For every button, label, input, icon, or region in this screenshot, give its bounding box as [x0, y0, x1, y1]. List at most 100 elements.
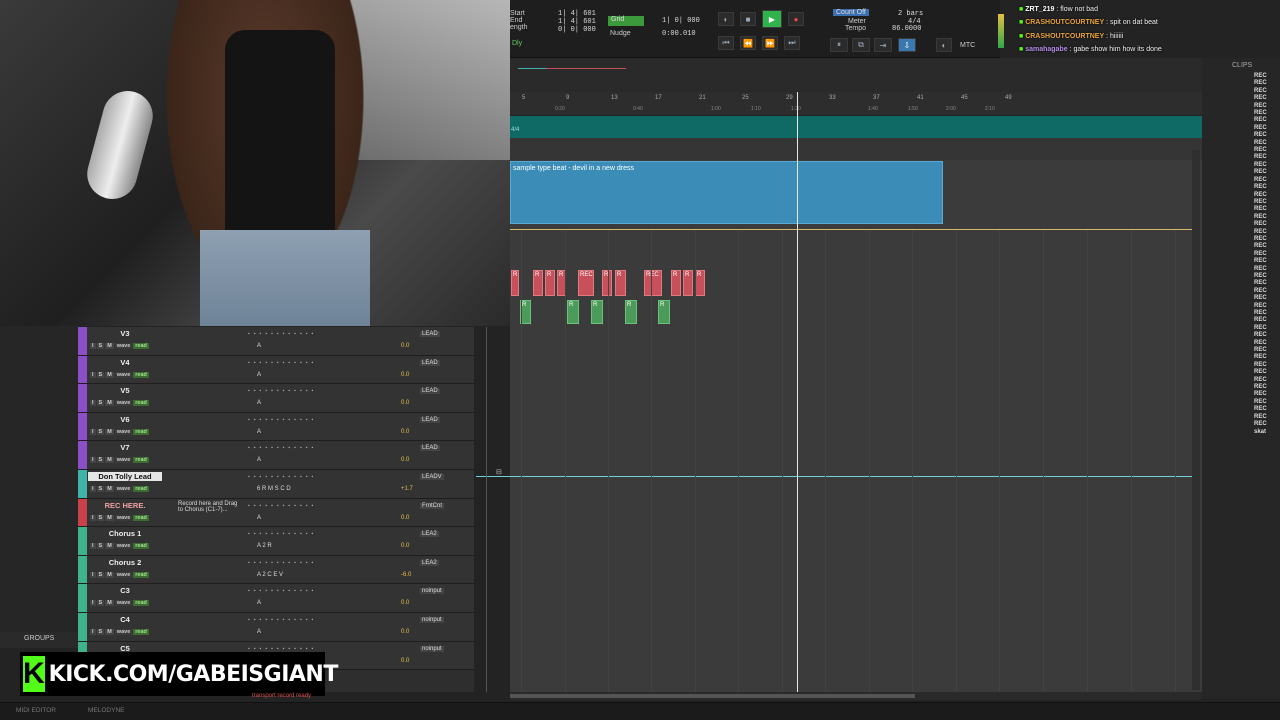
recording-clip[interactable]: R — [545, 270, 555, 296]
playhead[interactable] — [797, 92, 798, 692]
clip-list-item[interactable]: REC — [1254, 192, 1280, 199]
plugin-slots[interactable]: ▪▪▪▪▪▪▪▪▪▪▪▪ — [248, 646, 317, 652]
mute-button[interactable]: M — [105, 457, 114, 464]
solo-button[interactable]: S — [96, 371, 105, 378]
clip-list-item[interactable]: REC — [1254, 169, 1280, 176]
plugin-slots[interactable]: ▪▪▪▪▪▪▪▪▪▪▪▪ — [248, 388, 317, 394]
clip-list-item[interactable]: REC — [1254, 147, 1280, 154]
rewind-icon[interactable]: ⏪ — [740, 36, 756, 50]
vertical-scrollbar[interactable] — [1192, 150, 1200, 690]
track-inserts[interactable]: A — [257, 429, 261, 435]
track-name[interactable]: V4 — [88, 358, 162, 367]
solo-button[interactable]: S — [96, 543, 105, 550]
solo-button[interactable]: S — [96, 571, 105, 578]
input-monitor-button[interactable]: I — [90, 428, 96, 435]
track-output[interactable]: noinput — [420, 588, 444, 595]
automation-mode-button[interactable]: read — [133, 400, 149, 407]
track-volume[interactable]: 0.0 — [401, 400, 409, 406]
track-output[interactable]: LEAD — [420, 331, 440, 337]
plugin-slots[interactable]: ▪▪▪▪▪▪▪▪▪▪▪▪ — [248, 617, 317, 623]
clip-list-item[interactable]: REC — [1254, 162, 1280, 169]
clip-list-item[interactable]: REC — [1254, 243, 1280, 250]
automation-mode-button[interactable]: read — [133, 428, 149, 435]
waveform-view-button[interactable]: wave — [114, 400, 133, 407]
input-monitor-button[interactable]: I — [90, 629, 96, 635]
clip-list-item[interactable]: REC — [1254, 347, 1280, 354]
grid-toggle[interactable]: Grid — [608, 16, 644, 26]
track-name[interactable]: REC HERE. — [88, 501, 162, 510]
clip-list-item[interactable]: REC — [1254, 73, 1280, 80]
track-output[interactable]: FrntCnt — [420, 502, 445, 509]
count-off-bars[interactable]: 2 bars — [898, 10, 923, 18]
recording-clip[interactable]: R — [567, 300, 579, 324]
nudge-value[interactable]: 0:00.010 — [662, 30, 696, 38]
clip-list-item[interactable]: REC — [1254, 229, 1280, 236]
track-volume[interactable]: 0.0 — [401, 429, 409, 435]
track-output[interactable]: LEAD — [420, 388, 440, 395]
mtc-label[interactable]: MTC — [960, 42, 975, 49]
automation-mode-button[interactable]: read — [133, 514, 149, 521]
plugin-slots[interactable]: ▪▪▪▪▪▪▪▪▪▪▪▪ — [248, 331, 317, 337]
plugin-slots[interactable]: ▪▪▪▪▪▪▪▪▪▪▪▪ — [248, 503, 317, 509]
automation-mode-button[interactable]: read — [133, 571, 149, 578]
track-output[interactable]: LEA2 — [420, 559, 439, 566]
track-volume[interactable]: 0.0 — [401, 343, 409, 349]
scroll-thumb[interactable] — [510, 694, 915, 698]
clip-list-item[interactable]: REC — [1254, 369, 1280, 376]
merge-icon[interactable]: ⧉ — [852, 38, 870, 52]
input-monitor-button[interactable]: I — [90, 371, 96, 378]
waveform-view-button[interactable]: wave — [114, 486, 133, 492]
waveform-view-button[interactable]: wave — [114, 457, 133, 464]
recording-clip[interactable]: R — [511, 270, 519, 296]
track-volume[interactable]: 0.0 — [401, 658, 409, 664]
clip-list-item[interactable]: REC — [1254, 110, 1280, 117]
plugin-slots[interactable]: ▪▪▪▪▪▪▪▪▪▪▪▪ — [248, 445, 317, 451]
go-to-end-icon[interactable]: ⏭ — [784, 36, 800, 50]
track-output[interactable]: LEAD — [420, 359, 440, 366]
track-inserts[interactable]: A — [257, 515, 261, 521]
recording-clip[interactable]: R — [625, 300, 637, 324]
track-name[interactable]: V6 — [88, 415, 162, 424]
track-name[interactable]: C4 — [88, 615, 162, 624]
clip-list-item[interactable]: REC — [1254, 377, 1280, 384]
automation-mode-button[interactable]: read — [133, 629, 149, 635]
track-name[interactable]: Chorus 2 — [88, 558, 162, 567]
timeline-ruler[interactable]: 5 9 13 17 21 25 29 33 37 41 45 49 0:20 0:40 1:00 1:10 1:… — [510, 92, 1202, 116]
track-header[interactable]: V4 I S Mwave read A ▪▪▪▪▪▪▪▪▪▪▪▪ 0.0 LEAD — [78, 355, 474, 385]
track-inserts[interactable]: A — [257, 343, 261, 349]
solo-button[interactable]: S — [96, 600, 105, 607]
waveform-view-button[interactable]: wave — [114, 343, 133, 349]
waveform-view-button[interactable]: wave — [114, 571, 133, 578]
waveform-view-button[interactable]: wave — [114, 371, 133, 378]
recording-clip[interactable]: R — [658, 300, 670, 324]
recording-clip[interactable]: R — [671, 270, 681, 296]
tempo-value[interactable]: 86.0000 — [892, 25, 921, 33]
recording-clip[interactable]: R — [591, 300, 603, 324]
sync-icon[interactable]: ◐ — [936, 38, 952, 52]
track-header[interactable]: V3 I S Mwave read A ▪▪▪▪▪▪▪▪▪▪▪▪ 0.0 LEAD — [78, 327, 474, 356]
melodyne-tab[interactable]: MELODYNE — [88, 707, 124, 714]
mute-button[interactable]: M — [105, 343, 114, 349]
track-inserts[interactable]: A — [257, 629, 261, 635]
end-value[interactable]: 1| 4| 601 — [558, 18, 596, 26]
input-monitor-button[interactable]: I — [90, 543, 96, 550]
waveform-view-button[interactable]: wave — [114, 629, 133, 635]
waveform-view-button[interactable]: wave — [114, 428, 133, 435]
recording-clip[interactable]: R — [683, 270, 693, 296]
clip-list-item[interactable]: REC — [1254, 362, 1280, 369]
input-monitor-button[interactable]: I — [90, 600, 96, 607]
track-inserts[interactable]: A — [257, 400, 261, 406]
clip-list-item[interactable]: REC — [1254, 421, 1280, 428]
clip-list-item[interactable]: REC — [1254, 236, 1280, 243]
track-name[interactable]: V5 — [88, 386, 162, 395]
input-monitor-button[interactable]: I — [90, 514, 96, 521]
solo-button[interactable]: S — [96, 343, 105, 349]
track-header[interactable]: C4 I S Mwave read A ▪▪▪▪▪▪▪▪▪▪▪▪ 0.0 noinput — [78, 613, 474, 642]
clip-list-item[interactable]: REC — [1254, 88, 1280, 95]
recording-clip[interactable]: R — [695, 270, 705, 296]
track-volume[interactable]: 0.0 — [401, 372, 409, 378]
track-name[interactable]: C3 — [88, 586, 162, 595]
clip-list-item[interactable]: REC — [1254, 288, 1280, 295]
track-header[interactable]: REC HERE. I S Mwave read A ▪▪▪▪▪▪▪▪▪▪▪▪ 0.0 Frnt… — [78, 498, 474, 528]
track-header[interactable]: Don Tolly Lead I S Mwave read 6 R M S C D ▪▪▪▪… — [78, 470, 474, 499]
